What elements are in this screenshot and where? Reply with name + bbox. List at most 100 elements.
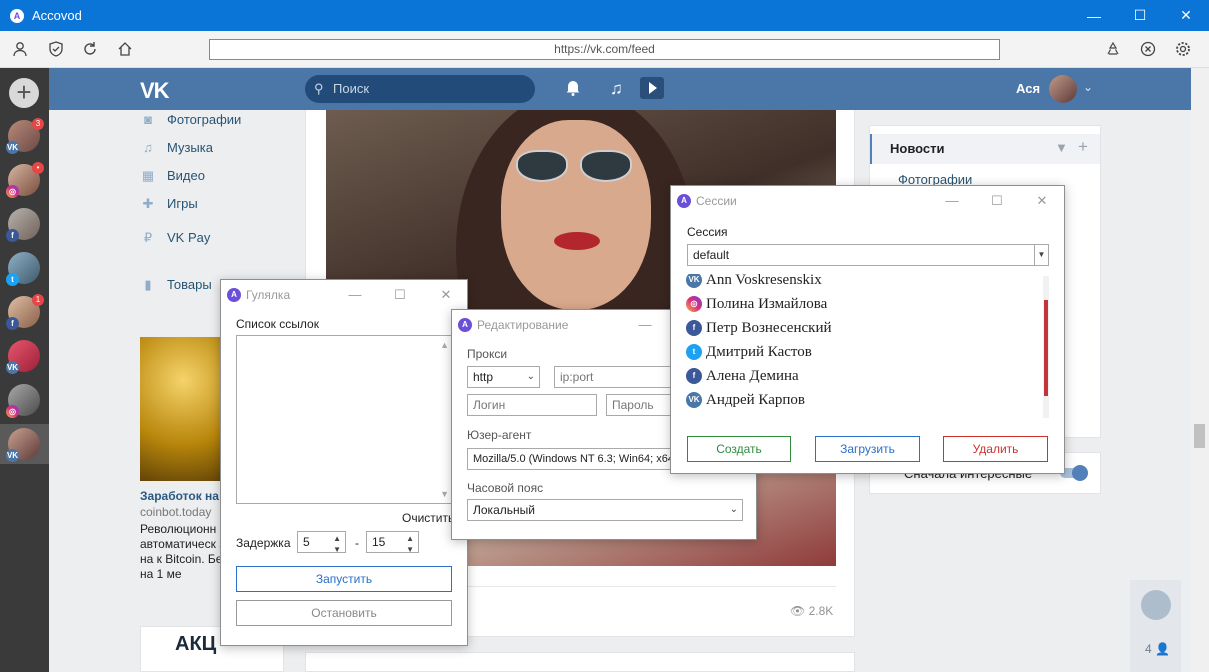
delay-to-stepper[interactable]: 15 ▲ ▼ bbox=[366, 531, 419, 554]
shield-icon[interactable] bbox=[46, 39, 66, 59]
menu-item-music[interactable]: ♫ Музыка bbox=[140, 133, 305, 161]
list-item[interactable]: VK Андрей Карпов bbox=[686, 388, 805, 412]
twitter-icon: t bbox=[686, 344, 702, 360]
account-name: Ann Voskresenskix bbox=[706, 274, 822, 288]
menu-item-vkpay[interactable]: ₽ VK Pay bbox=[140, 223, 305, 251]
delay-from-stepper[interactable]: 5 ▲ ▼ bbox=[297, 531, 346, 554]
account-avatar[interactable]: ◎ • bbox=[6, 162, 44, 198]
notification-badge: 1 bbox=[32, 294, 44, 306]
minimize-button[interactable]: — bbox=[343, 285, 367, 305]
bell-icon[interactable] bbox=[565, 79, 581, 101]
proxy-login-input[interactable]: Логин bbox=[467, 394, 597, 416]
minimize-button[interactable]: — bbox=[940, 191, 964, 211]
list-item[interactable]: t Дмитрий Кастов bbox=[686, 340, 812, 364]
load-session-button[interactable]: Загрузить bbox=[815, 436, 920, 462]
app-title: Accovod bbox=[32, 8, 82, 23]
vk-icon: VK bbox=[686, 392, 702, 408]
stepper-down-icon[interactable]: ▼ bbox=[333, 540, 341, 560]
scrollbar-thumb[interactable] bbox=[1194, 424, 1205, 448]
account-avatar[interactable]: f bbox=[6, 208, 40, 242]
address-bar[interactable]: https://vk.com/feed bbox=[209, 39, 1000, 60]
create-session-button[interactable]: Создать bbox=[687, 436, 791, 462]
timezone-select[interactable]: Локальный ⌄ bbox=[467, 499, 743, 521]
scroll-down-icon[interactable]: ▼ bbox=[440, 489, 449, 499]
account-avatar[interactable]: f 1 bbox=[6, 294, 44, 330]
vk-user-name[interactable]: Ася bbox=[1016, 81, 1040, 96]
session-list-scrollbar[interactable] bbox=[1043, 276, 1049, 418]
refresh-icon[interactable] bbox=[80, 39, 100, 59]
plus-icon[interactable]: + bbox=[1078, 137, 1088, 157]
clear-links-button[interactable]: Очистить bbox=[402, 511, 454, 525]
dialog-titlebar[interactable]: A Гулялка — ☐ ✕ bbox=[221, 280, 467, 310]
close-button[interactable]: ✕ bbox=[1163, 0, 1209, 31]
vk-icon: VK bbox=[6, 141, 19, 154]
ad-title[interactable]: Заработок на bbox=[140, 489, 219, 503]
accounts-rail: + VK 3 ◎ • f t f 1 VK ◎ VK bbox=[0, 68, 49, 672]
close-button[interactable]: ✕ bbox=[1030, 191, 1054, 211]
filter-news[interactable]: Новости ▼ + bbox=[870, 134, 1100, 164]
stop-button[interactable]: Остановить bbox=[236, 600, 452, 626]
account-name: Андрей Карпов bbox=[706, 391, 806, 408]
maximize-button[interactable]: ☐ bbox=[985, 191, 1009, 211]
play-icon[interactable] bbox=[640, 77, 664, 104]
chat-widget[interactable]: 4 👤 bbox=[1130, 580, 1181, 672]
maximize-button[interactable]: ☐ bbox=[1117, 0, 1163, 31]
menu-item-photos[interactable]: ◙ Фотографии bbox=[140, 105, 305, 133]
twitter-icon: t bbox=[6, 273, 19, 286]
account-avatar[interactable]: VK 3 bbox=[6, 118, 44, 154]
proxy-type-select[interactable]: http ⌄ bbox=[467, 366, 540, 388]
links-textarea[interactable]: ▲ ▼ bbox=[236, 335, 452, 504]
gear-icon[interactable] bbox=[1173, 39, 1193, 59]
vk-logo[interactable]: VK bbox=[140, 78, 170, 104]
eye-icon: 👁 bbox=[790, 604, 806, 618]
user-agent-label: Юзер-агент bbox=[467, 428, 532, 442]
scroll-up-icon[interactable]: ▲ bbox=[440, 340, 449, 350]
session-select[interactable]: default ▼ bbox=[687, 244, 1049, 266]
start-button[interactable]: Запустить bbox=[236, 566, 452, 592]
account-avatar[interactable]: VK bbox=[6, 340, 40, 374]
dialog-titlebar[interactable]: A Сессии — ☐ ✕ bbox=[671, 186, 1064, 216]
list-item[interactable]: VK Ann Voskresenskix bbox=[686, 274, 822, 292]
ad-domain[interactable]: coinbot.today bbox=[140, 505, 211, 519]
list-item[interactable]: ◎ Полина Измайлова bbox=[686, 292, 827, 316]
delete-session-button[interactable]: Удалить bbox=[943, 436, 1048, 462]
close-button[interactable]: ✕ bbox=[434, 285, 458, 305]
filter-icon[interactable]: ▼ bbox=[1055, 140, 1068, 155]
post-views: 👁 2.8K bbox=[790, 604, 833, 618]
recycle-icon[interactable] bbox=[1103, 39, 1123, 59]
close-circle-icon[interactable] bbox=[1138, 39, 1158, 59]
browser-toolbar: https://vk.com/feed bbox=[0, 31, 1209, 68]
maximize-button[interactable]: ☐ bbox=[388, 285, 412, 305]
video-icon: ▦ bbox=[141, 168, 155, 183]
page-scrollbar[interactable] bbox=[1191, 68, 1209, 672]
account-avatar[interactable]: VK bbox=[6, 428, 40, 462]
account-avatar[interactable]: t bbox=[6, 252, 40, 286]
minimize-button[interactable]: — bbox=[633, 315, 657, 335]
home-icon[interactable] bbox=[115, 39, 135, 59]
chevron-down-icon[interactable]: ⌄ bbox=[1083, 80, 1093, 94]
chat-online-count: 4 👤 bbox=[1145, 642, 1170, 656]
vk-user-avatar[interactable] bbox=[1049, 75, 1077, 103]
stepper-down-icon[interactable]: ▼ bbox=[406, 540, 414, 560]
ad-banner-text: АКЦ bbox=[175, 633, 217, 655]
minimize-button[interactable]: — bbox=[1071, 0, 1117, 31]
notification-badge: 3 bbox=[32, 118, 44, 130]
scrollbar-thumb[interactable] bbox=[1044, 300, 1048, 396]
search-icon: ⚲ bbox=[314, 81, 324, 96]
list-item[interactable]: f Петр Вознесенский bbox=[686, 316, 832, 340]
facebook-icon: f bbox=[6, 229, 19, 242]
facebook-icon: f bbox=[686, 320, 702, 336]
vk-search-input[interactable]: ⚲ Поиск bbox=[305, 75, 535, 103]
menu-item-label: Видео bbox=[167, 167, 205, 183]
menu-item-games[interactable]: ✚ Игры bbox=[140, 189, 305, 217]
user-icon[interactable] bbox=[10, 39, 30, 59]
vk-header: VK ⚲ Поиск ♫ Ася ⌄ bbox=[49, 68, 1191, 110]
menu-item-video[interactable]: ▦ Видео bbox=[140, 161, 305, 189]
facebook-icon: f bbox=[6, 317, 19, 330]
music-icon[interactable]: ♫ bbox=[610, 79, 623, 99]
vk-icon: VK bbox=[6, 361, 19, 374]
account-avatar[interactable]: ◎ bbox=[6, 384, 40, 418]
add-account-button[interactable]: + bbox=[9, 78, 39, 108]
list-item[interactable]: f Алена Демина bbox=[686, 364, 799, 388]
accovod-logo-icon: A bbox=[677, 194, 691, 208]
